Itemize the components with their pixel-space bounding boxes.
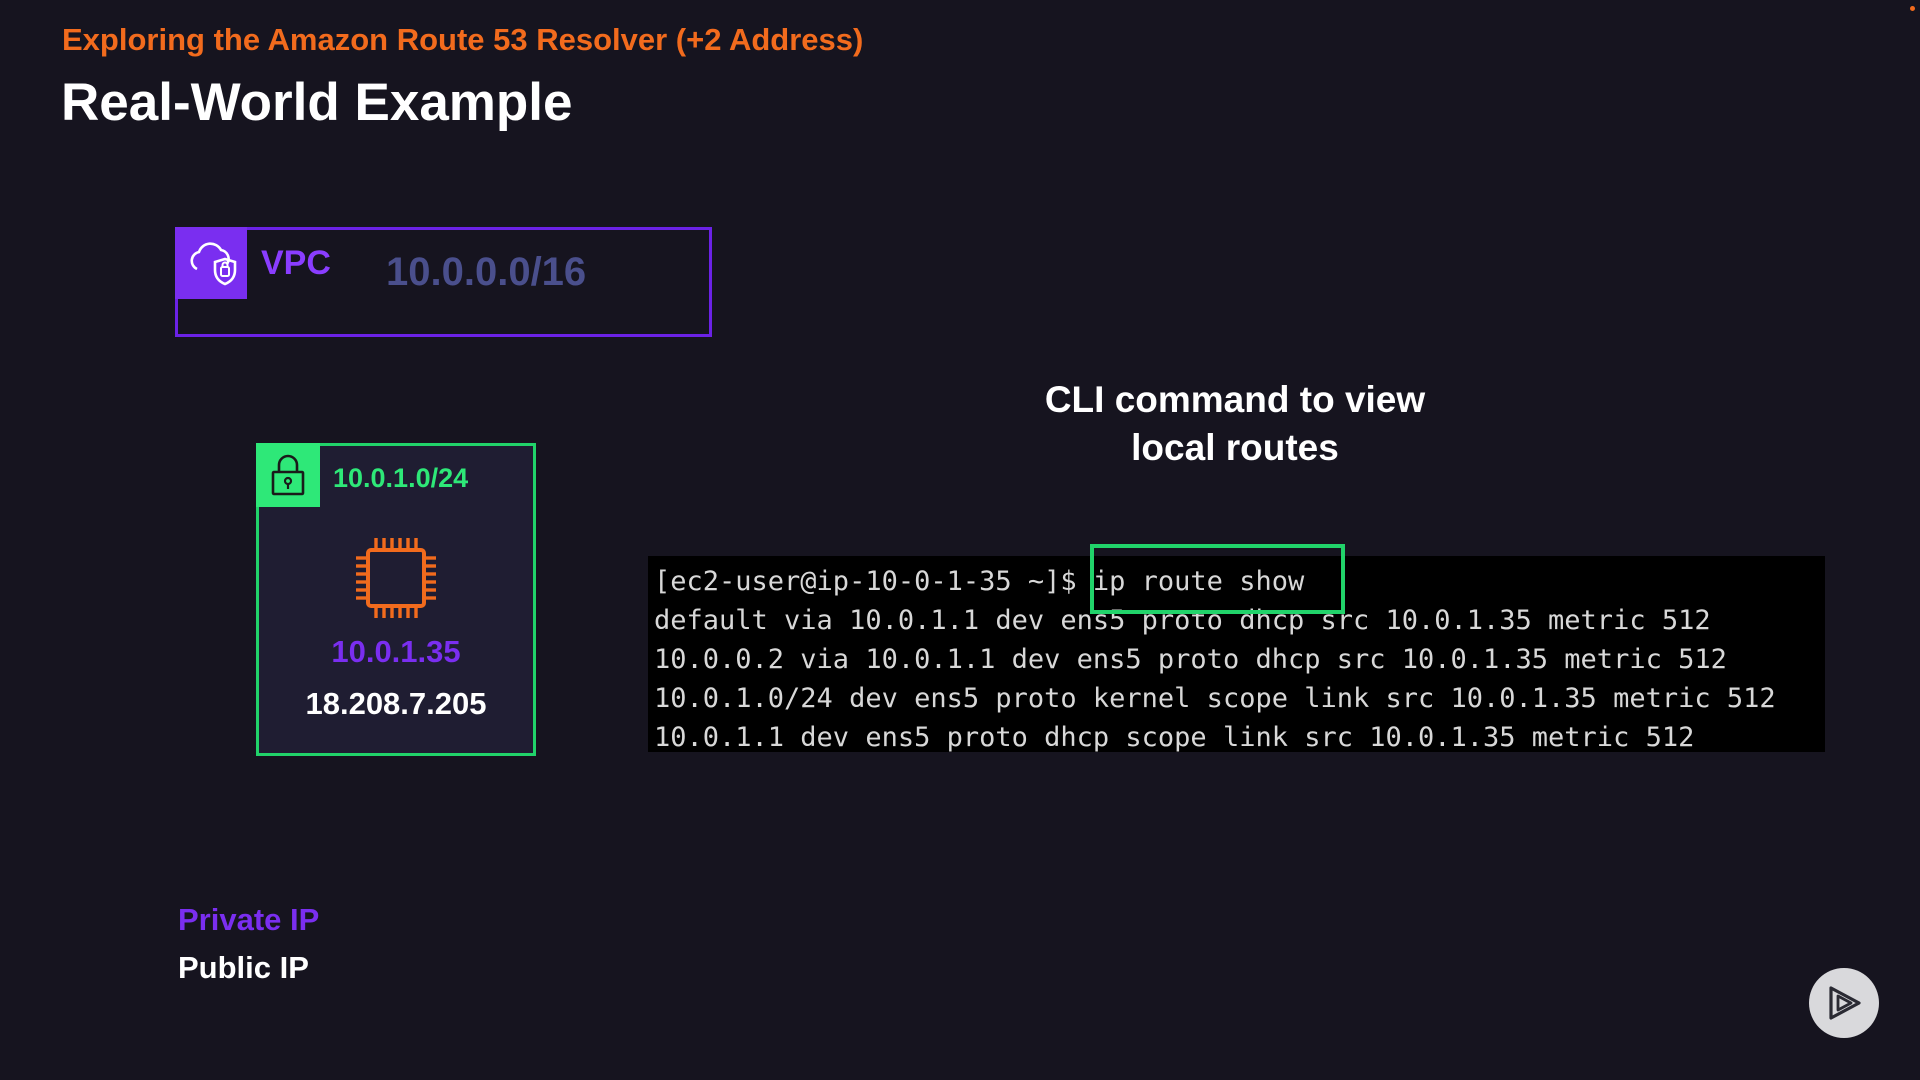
vpc-cloud-shield-icon xyxy=(175,227,247,299)
legend-public-ip: Public IP xyxy=(178,950,309,985)
vpc-label: VPC xyxy=(261,244,331,282)
terminal-line: 10.0.1.0/24 dev ens5 proto kernel scope … xyxy=(654,683,1776,714)
legend-private-ip: Private IP xyxy=(178,902,320,937)
cli-caption: CLI command to view local routes xyxy=(1000,376,1470,472)
command-highlight-box xyxy=(1090,544,1345,614)
instance-private-ip: 10.0.1.35 xyxy=(331,634,461,669)
terminal-line: 10.0.0.2 via 10.0.1.1 dev ens5 proto dhc… xyxy=(654,644,1727,675)
corner-dot xyxy=(1910,6,1915,11)
play-logo-icon xyxy=(1809,968,1879,1038)
subnet-cidr: 10.0.1.0/24 xyxy=(333,463,469,493)
cli-caption-line-1: CLI command to view xyxy=(1044,379,1426,420)
instance-public-ip: 18.208.7.205 xyxy=(305,686,487,721)
slide-subtitle: Exploring the Amazon Route 53 Resolver (… xyxy=(62,22,864,57)
lock-icon xyxy=(256,443,320,507)
ec2-chip-icon xyxy=(352,534,440,627)
cli-caption-line-2: local routes xyxy=(1131,427,1339,468)
slide-title: Real-World Example xyxy=(61,73,573,132)
vpc-box: VPC 10.0.0.0/16 xyxy=(175,227,712,337)
subnet-box: 10.0.1.0/24 10.0.1.35 18.208.7.205 xyxy=(256,443,536,756)
terminal-line: 10.0.1.1 dev ens5 proto dhcp scope link … xyxy=(654,722,1695,753)
vpc-cidr: 10.0.0.0/16 xyxy=(386,250,587,294)
